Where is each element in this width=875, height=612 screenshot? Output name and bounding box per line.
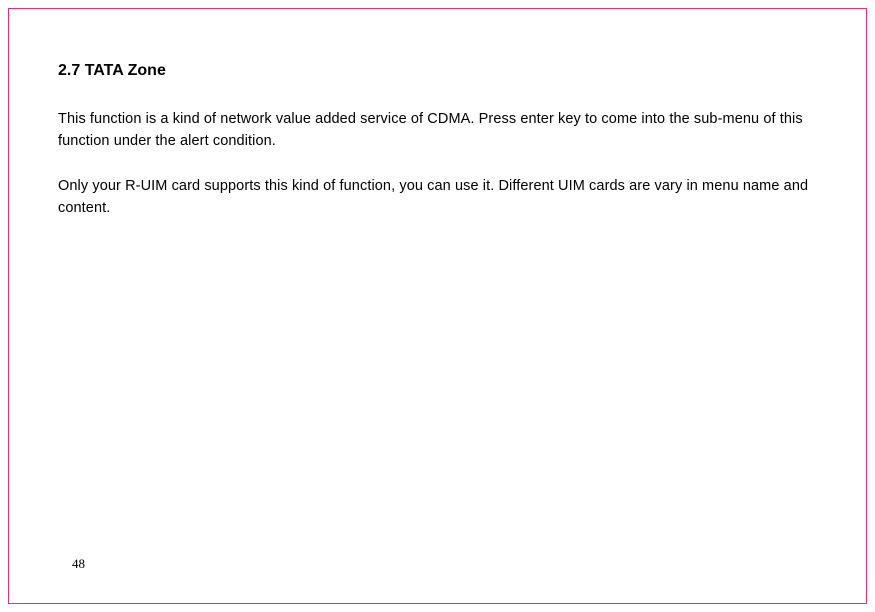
paragraph-1: This function is a kind of network value… xyxy=(58,108,817,153)
page-content: 2.7 TATA Zone This function is a kind of… xyxy=(58,62,817,242)
section-heading: 2.7 TATA Zone xyxy=(58,62,817,80)
paragraph-2: Only your R-UIM card supports this kind … xyxy=(58,175,817,220)
page-number: 48 xyxy=(72,556,85,572)
